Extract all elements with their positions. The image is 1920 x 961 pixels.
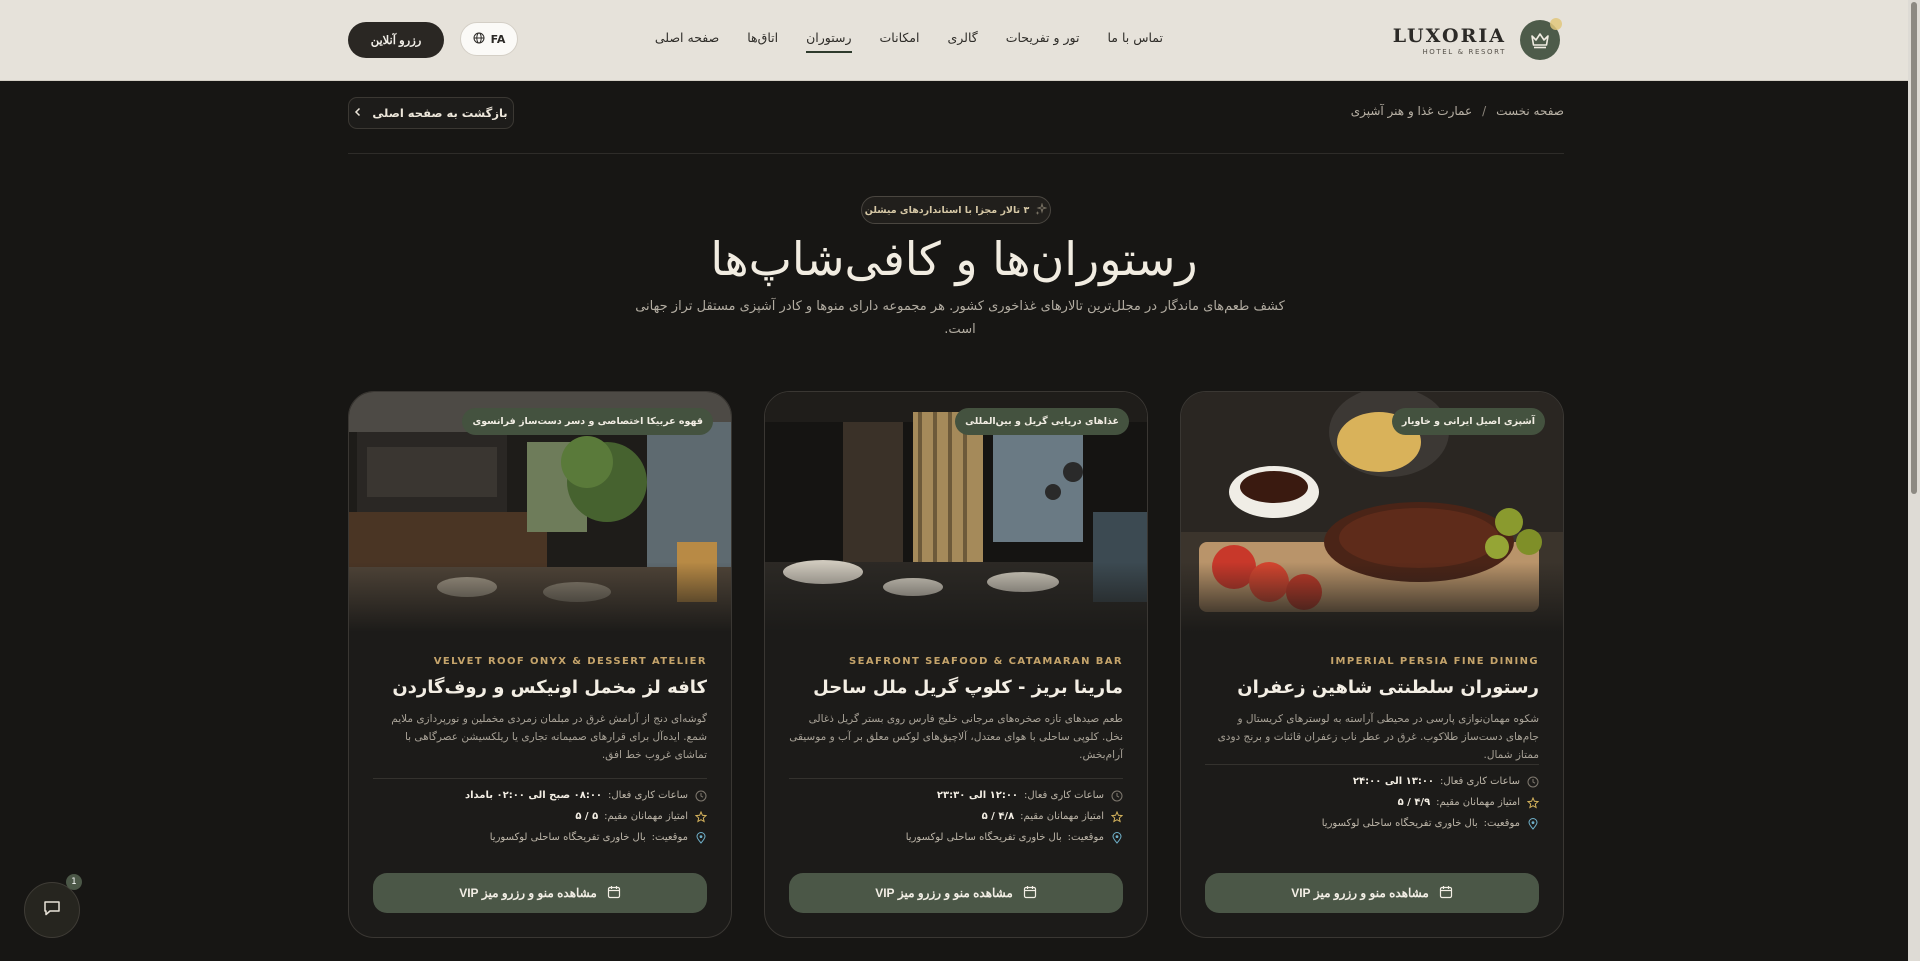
hero-badge-text: ۳ تالار مجزا با استانداردهای میشلن [864, 204, 1030, 216]
restaurant-name: رستوران سلطنتی شاهین زعفران [1237, 677, 1539, 698]
cuisine-tag: قهوه عربیکا اختصاصی و دسر دست‌ساز فرانسو… [462, 408, 713, 435]
hours-row: ساعات کاری فعال: ۱۳:۰۰ الی ۲۴:۰۰ [1205, 775, 1539, 788]
calendar-icon [607, 885, 621, 902]
restaurant-en-name: SEAFRONT SEAFOOD & CATAMARAN BAR [849, 656, 1123, 667]
breadcrumb: صفحه نخست / عمارت غذا و هنر آشپزی [1351, 104, 1564, 118]
hero-badge: ۳ تالار مجزا با استانداردهای میشلن [861, 196, 1051, 224]
restaurant-card: قهوه عربیکا اختصاصی و دسر دست‌ساز فرانسو… [348, 391, 732, 938]
chat-unread-badge: 1 [66, 874, 82, 890]
chevron-left-icon [354, 106, 362, 120]
sparkle-icon [1035, 201, 1048, 218]
location-row: موقعیت: بال خاوری تفریحگاه ساحلی لوکسوری… [373, 831, 707, 844]
rating-label: امتیاز مهمانان مقیم: [1020, 811, 1104, 822]
restaurant-name: کافه لز مخمل اونیکس و روف‌گاردن [392, 677, 707, 698]
calendar-icon [1439, 885, 1453, 902]
restaurant-name: مارینا بریز - کلوپ گریل ملل ساحل [813, 677, 1123, 698]
hours-label: ساعات کاری فعال: [1440, 776, 1520, 787]
location-row: موقعیت: بال خاوری تفریحگاه ساحلی لوکسوری… [789, 831, 1123, 844]
breadcrumb-separator: / [1482, 104, 1487, 118]
breadcrumb-home[interactable]: صفحه نخست [1496, 104, 1564, 118]
restaurant-photo-steak: آشپزی اصیل ایرانی و خاویار [1181, 392, 1563, 632]
location-pin-icon [694, 831, 707, 844]
section-divider [348, 153, 1564, 154]
hours-value: ۱۲:۰۰ الی ۲۳:۳۰ [936, 790, 1019, 801]
cuisine-tag: غذاهای دریایی گریل و بین‌المللی [955, 408, 1129, 435]
language-code: FA [490, 32, 506, 46]
hours-label: ساعات کاری فعال: [1024, 790, 1104, 801]
rating-value: ۴/۹ / ۵ [1397, 797, 1431, 808]
globe-icon [473, 32, 485, 47]
star-icon [1526, 796, 1539, 809]
nav-restaurant[interactable]: رستوران [806, 30, 852, 53]
restaurant-photo-cafe: قهوه عربیکا اختصاصی و دسر دست‌ساز فرانسو… [349, 392, 731, 632]
restaurant-en-name: VELVET ROOF ONYX & DESSERT ATELIER [433, 656, 707, 667]
clock-icon [1526, 775, 1539, 788]
page-scrollbar[interactable] [1908, 0, 1920, 961]
restaurant-description: طعم صیدهای تازه صخره‌های مرجانی خلیج فار… [789, 713, 1123, 761]
nav-facilities[interactable]: امکانات [880, 30, 920, 53]
language-switcher[interactable]: FA [460, 22, 518, 56]
location-label: موقعیت: [1483, 818, 1520, 829]
page-title: رستوران‌ها و کافی‌شاپ‌ها [710, 232, 1198, 286]
rating-row: امتیاز مهمانان مقیم: ۴/۹ / ۵ [1205, 796, 1539, 809]
hours-row: ساعات کاری فعال: ۱۲:۰۰ الی ۲۳:۳۰ [789, 789, 1123, 802]
location-label: موقعیت: [1067, 832, 1104, 843]
location-pin-icon [1526, 817, 1539, 830]
restaurant-description: گوشه‌ای دنج از آرامش غرق در مبلمان زمردی… [391, 713, 707, 761]
page-subtitle: کشف طعم‌های ماندگار در مجلل‌ترین تالارها… [635, 299, 1285, 337]
restaurant-description: شکوه مهمان‌نوازی پارسی در محیطی آراسته ب… [1217, 713, 1539, 761]
calendar-icon [1023, 885, 1037, 902]
top-navbar: LUXORIA HOTEL & RESORT صفحه اصلی اتاق‌ها… [0, 0, 1908, 81]
location-value: بال خاوری تفریحگاه ساحلی لوکسوریا [489, 832, 646, 843]
rating-label: امتیاز مهمانان مقیم: [604, 811, 688, 822]
nav-tours[interactable]: تور و تفریحات [1006, 30, 1080, 53]
brand-subtitle: HOTEL & RESORT [1422, 47, 1506, 56]
hours-value: ۰۸:۰۰ صبح الی ۰۲:۰۰ بامداد [464, 790, 603, 801]
rating-row: امتیاز مهمانان مقیم: ۵ / ۵ [373, 810, 707, 823]
location-label: موقعیت: [651, 832, 688, 843]
back-button-label: بازگشت به صفحه اصلی [372, 106, 508, 120]
brand-logo[interactable]: LUXORIA HOTEL & RESORT [1392, 17, 1562, 63]
restaurant-card: غذاهای دریایی گریل و بین‌المللی SEAFRONT… [764, 391, 1148, 938]
clock-icon [694, 789, 707, 802]
cta-label: مشاهده منو و رزرو میز VIP [1291, 886, 1429, 900]
star-icon [694, 810, 707, 823]
online-reservation-button[interactable]: رزرو آنلاین [348, 22, 444, 58]
rating-value: ۴/۸ / ۵ [981, 811, 1015, 822]
hours-row: ساعات کاری فعال: ۰۸:۰۰ صبح الی ۰۲:۰۰ بام… [373, 789, 707, 802]
star-icon [1110, 810, 1123, 823]
hours-value: ۱۳:۰۰ الی ۲۴:۰۰ [1352, 776, 1435, 787]
brand-name: LUXORIA [1392, 24, 1506, 47]
view-menu-reserve-button[interactable]: مشاهده منو و رزرو میز VIP [789, 873, 1123, 913]
chat-widget-button[interactable] [24, 882, 80, 938]
rating-value: ۵ / ۵ [575, 811, 599, 822]
nav-gallery[interactable]: گالری [947, 30, 977, 53]
cuisine-tag: آشپزی اصیل ایرانی و خاویار [1391, 408, 1545, 435]
restaurant-card: آشپزی اصیل ایرانی و خاویار IMPERIAL PERS… [1180, 391, 1564, 938]
cta-label: مشاهده منو و رزرو میز VIP [875, 886, 1013, 900]
clock-icon [1110, 789, 1123, 802]
restaurant-photo-dining-hall: غذاهای دریایی گریل و بین‌المللی [765, 392, 1147, 632]
view-menu-reserve-button[interactable]: مشاهده منو و رزرو میز VIP [373, 873, 707, 913]
rating-label: امتیاز مهمانان مقیم: [1436, 797, 1520, 808]
location-value: بال خاوری تفریحگاه ساحلی لوکسوریا [1321, 818, 1478, 829]
hours-label: ساعات کاری فعال: [608, 790, 688, 801]
location-value: بال خاوری تفریحگاه ساحلی لوکسوریا [905, 832, 1062, 843]
restaurant-en-name: IMPERIAL PERSIA FINE DINING [1330, 656, 1539, 667]
cta-label: مشاهده منو و رزرو میز VIP [459, 886, 597, 900]
rating-row: امتیاز مهمانان مقیم: ۴/۸ / ۵ [789, 810, 1123, 823]
breadcrumb-current: عمارت غذا و هنر آشپزی [1350, 104, 1473, 118]
nav-home[interactable]: صفحه اصلی [655, 30, 719, 53]
view-menu-reserve-button[interactable]: مشاهده منو و رزرو میز VIP [1205, 873, 1539, 913]
location-row: موقعیت: بال خاوری تفریحگاه ساحلی لوکسوری… [1205, 817, 1539, 830]
nav-rooms[interactable]: اتاق‌ها [747, 30, 778, 53]
location-pin-icon [1110, 831, 1123, 844]
crown-icon [1520, 18, 1562, 60]
back-to-home-button[interactable]: بازگشت به صفحه اصلی [348, 97, 514, 129]
main-nav: صفحه اصلی اتاق‌ها رستوران امکانات گالری … [655, 30, 1163, 53]
nav-contact[interactable]: تماس با ما [1107, 30, 1163, 53]
chat-bubble-icon [42, 898, 62, 922]
